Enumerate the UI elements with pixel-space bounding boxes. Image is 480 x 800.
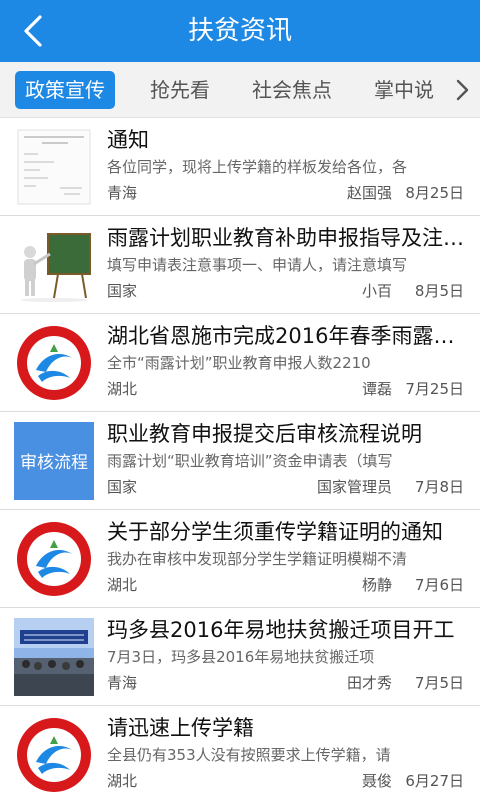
tab-policy[interactable]: 政策宣传: [15, 71, 115, 109]
news-author: 小百: [361, 282, 392, 300]
tabs-scroll-right-button[interactable]: [444, 62, 480, 117]
news-item[interactable]: 玛多县2016年易地扶贫搬迁项目开工 7月3日，玛多县2016年易地扶贫搬迁项 …: [0, 608, 480, 706]
tab-social-focus[interactable]: 社会焦点: [252, 71, 332, 109]
seal-logo-icon: [17, 718, 91, 792]
news-summary: 雨露计划“职业教育培训”资金申请表（填写: [107, 452, 393, 470]
news-author: 田才秀: [346, 674, 392, 692]
news-date: 7月8日: [414, 478, 464, 496]
news-region: 青海: [107, 674, 138, 692]
news-item[interactable]: 关于部分学生须重传学籍证明的通知 我办在审核中发现部分学生学籍证明模糊不清 湖北…: [0, 510, 480, 608]
news-region: 湖北: [107, 380, 138, 398]
news-author: 赵国强: [346, 184, 392, 202]
thumbnail-label: 审核流程: [20, 453, 88, 473]
news-thumbnail: [14, 520, 94, 598]
news-thumbnail: 审核流程: [14, 422, 94, 500]
news-date: 8月5日: [414, 282, 464, 300]
news-title: 关于部分学生须重传学籍证明的通知: [107, 520, 443, 544]
tab-preview[interactable]: 抢先看: [150, 71, 210, 109]
news-item[interactable]: 通知 各位同学，现将上传学籍的样板发给各位，各 青海 赵国强 8月25日: [0, 118, 480, 216]
news-author: 聂俊: [361, 772, 392, 790]
news-item[interactable]: 审核流程 职业教育申报提交后审核流程说明 雨露计划“职业教育培训”资金申请表（填…: [0, 412, 480, 510]
news-date: 8月25日: [405, 184, 464, 202]
seal-logo-icon: [17, 522, 91, 596]
news-region: 国家: [107, 282, 138, 300]
news-thumbnail: [14, 128, 94, 206]
news-title: 请迅速上传学籍: [107, 716, 254, 740]
news-title: 玛多县2016年易地扶贫搬迁项目开工: [107, 618, 455, 642]
news-date: 7月5日: [414, 674, 464, 692]
news-title: 职业教育申报提交后审核流程说明: [107, 422, 422, 446]
news-author: 国家管理员: [316, 478, 392, 496]
news-summary: 填写申请表注意事项一、申请人，请注意填写: [107, 256, 408, 274]
news-item[interactable]: 请迅速上传学籍 全县仍有353人没有按照要求上传学籍，请 湖北 聂俊 6月27日: [0, 706, 480, 798]
page-title: 扶贫资讯: [187, 16, 292, 46]
news-author: 杨静: [361, 576, 392, 594]
news-summary: 全市“雨露计划”职业教育申报人数2210: [107, 354, 371, 372]
news-region: 湖北: [107, 772, 138, 790]
news-summary: 我办在审核中发现部分学生学籍证明模糊不清: [107, 550, 408, 568]
news-thumbnail: [14, 226, 94, 304]
news-list: 通知 各位同学，现将上传学籍的样板发给各位，各 青海 赵国强 8月25日 雨露计…: [0, 118, 480, 798]
news-title: 湖北省恩施市完成2016年春季雨露计划: [107, 324, 467, 348]
news-summary: 7月3日，玛多县2016年易地扶贫搬迁项: [107, 648, 375, 666]
news-date: 6月27日: [405, 772, 464, 790]
app-header: 扶贫资讯: [0, 0, 480, 62]
chevron-right-icon: [456, 79, 469, 101]
news-region: 青海: [107, 184, 138, 202]
news-author: 谭磊: [361, 380, 392, 398]
seal-logo-icon: [17, 326, 91, 400]
news-date: 7月6日: [414, 576, 464, 594]
news-item[interactable]: 雨露计划职业教育补助申报指导及注意事项 填写申请表注意事项一、申请人，请注意填写…: [0, 216, 480, 314]
news-region: 湖北: [107, 576, 138, 594]
news-summary: 各位同学，现将上传学籍的样板发给各位，各: [107, 158, 408, 176]
news-date: 7月25日: [405, 380, 464, 398]
news-title: 雨露计划职业教育补助申报指导及注意事项: [107, 226, 467, 250]
tab-palm-talk[interactable]: 掌中说: [374, 71, 446, 109]
news-thumbnail: [14, 618, 94, 696]
news-thumbnail: [14, 324, 94, 402]
news-thumbnail: [14, 716, 94, 794]
news-title: 通知: [107, 128, 149, 152]
category-tabs: 政策宣传 抢先看 社会焦点 掌中说: [0, 62, 480, 118]
news-region: 国家: [107, 478, 138, 496]
news-item[interactable]: 湖北省恩施市完成2016年春季雨露计划 全市“雨露计划”职业教育申报人数2210…: [0, 314, 480, 412]
news-summary: 全县仍有353人没有按照要求上传学籍，请: [107, 746, 391, 764]
